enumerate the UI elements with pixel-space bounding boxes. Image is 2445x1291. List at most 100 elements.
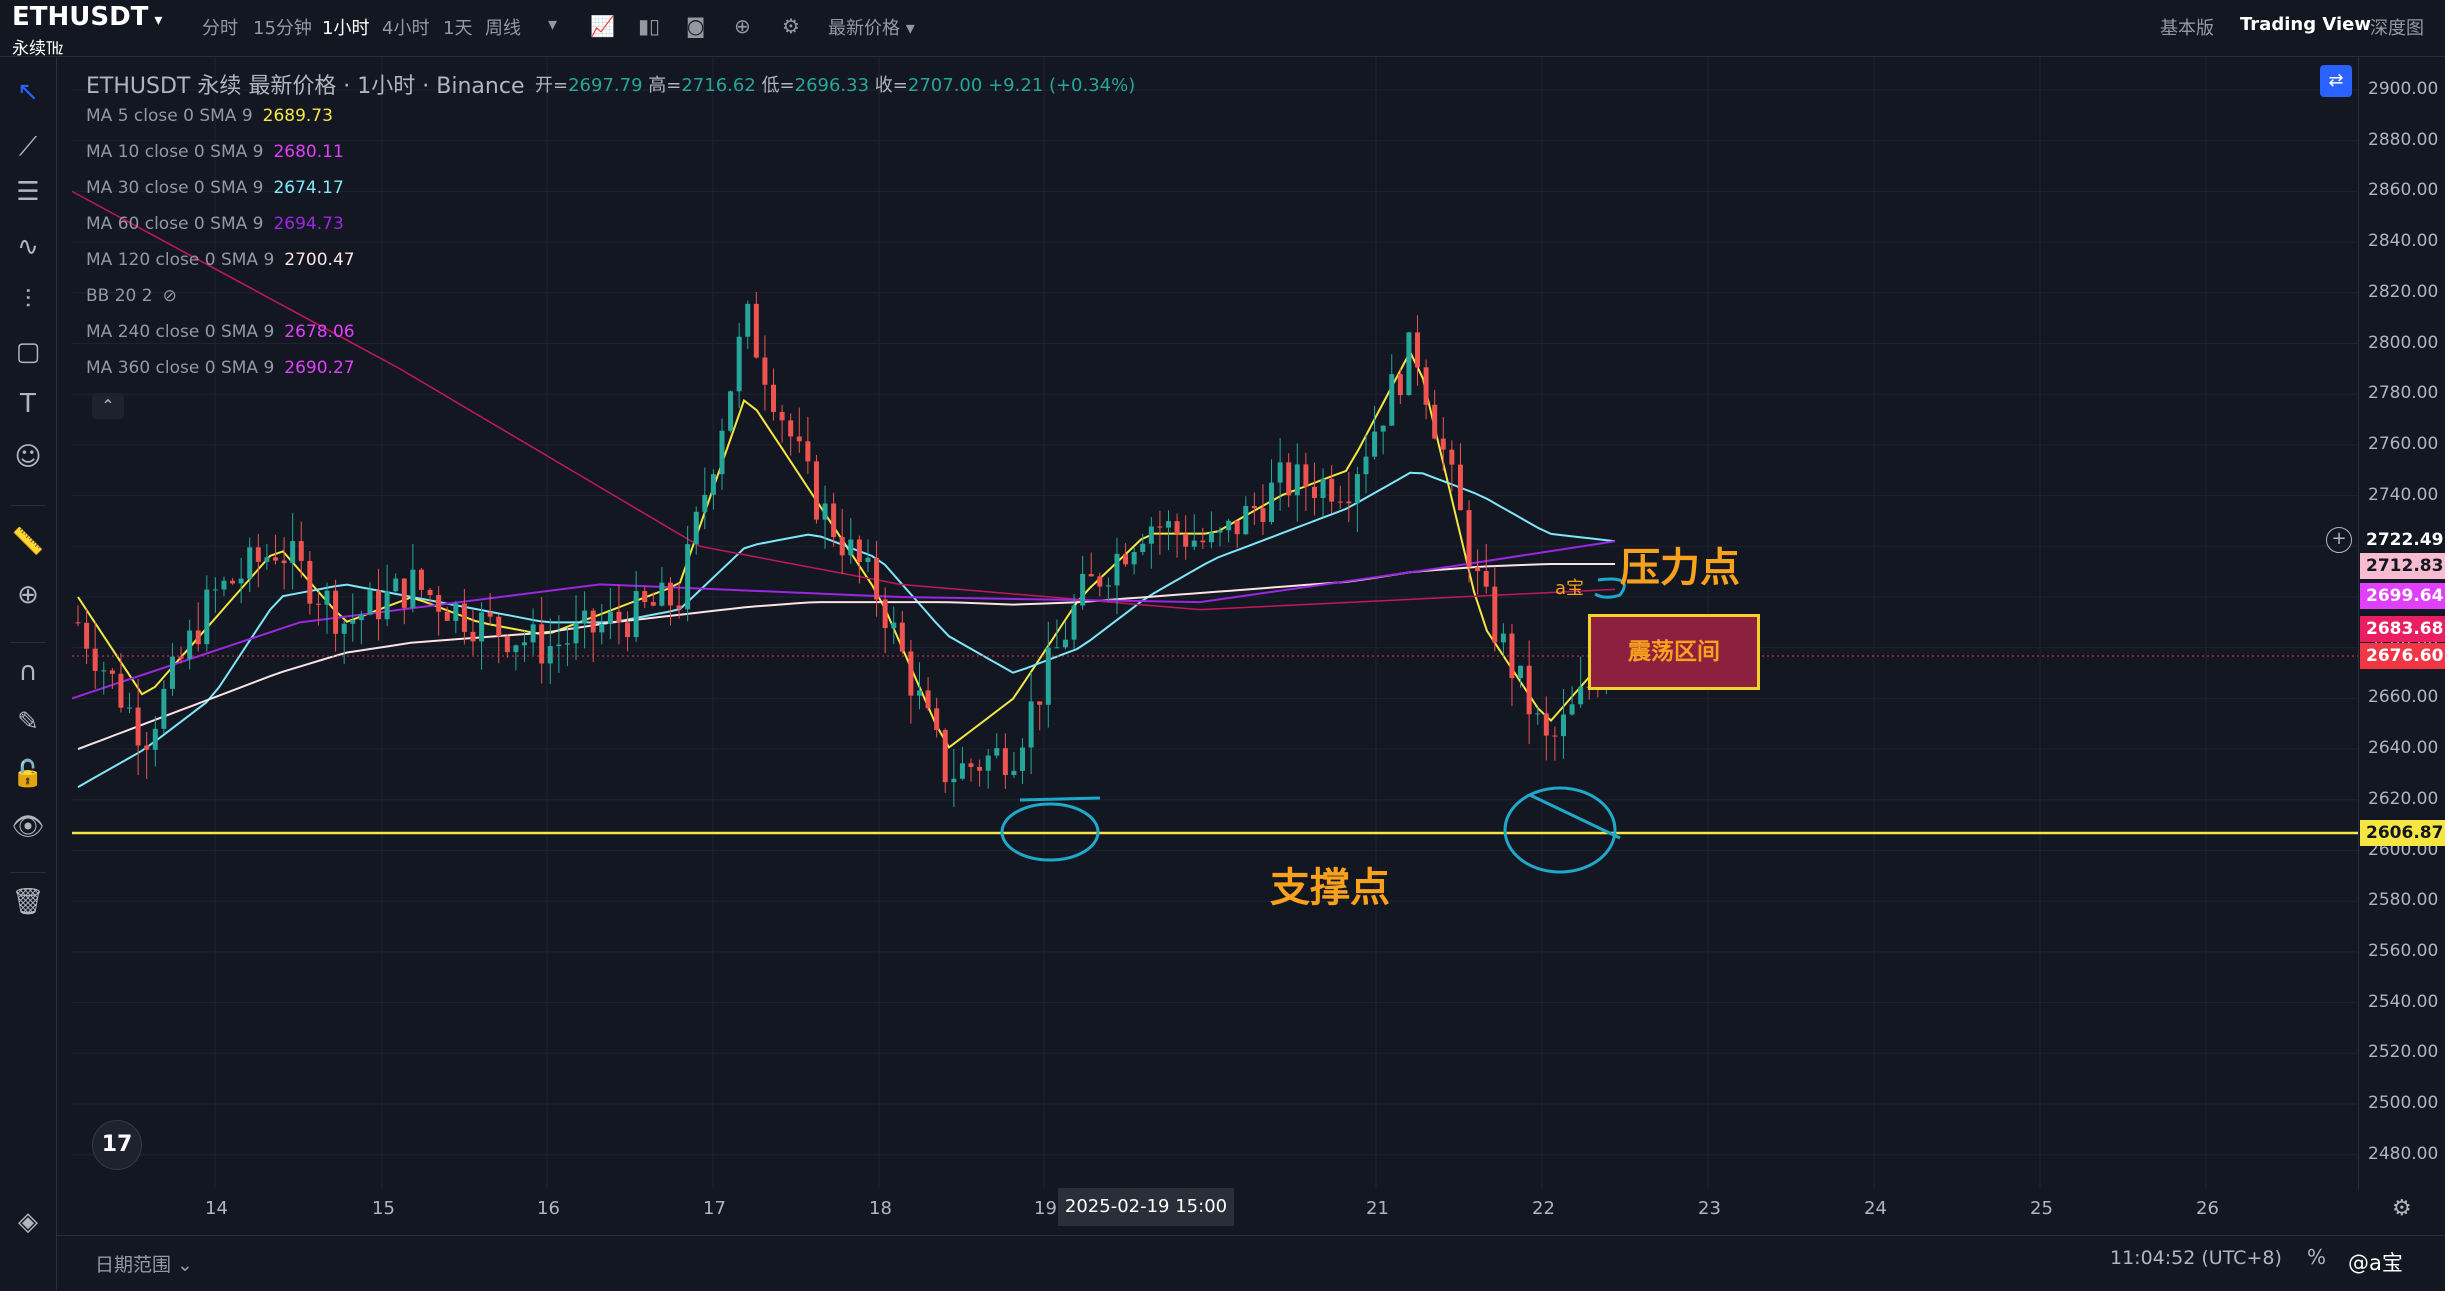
candle-body <box>925 690 931 709</box>
candle-body <box>788 420 794 437</box>
candle-body <box>1526 665 1532 715</box>
crosshair-time-label: 2025-02-19 15:00 <box>1058 1188 1234 1226</box>
candle-body <box>822 503 828 520</box>
candle-body <box>1020 747 1026 771</box>
candle-body <box>1208 532 1214 543</box>
candle-body <box>650 602 656 606</box>
time-tick: 17 <box>703 1198 726 1219</box>
candle-body <box>813 461 819 520</box>
candle-body <box>856 539 862 562</box>
candle-body <box>1226 520 1232 531</box>
pressure-annotation[interactable]: 压力点 <box>1620 535 1740 593</box>
candle-body <box>393 578 399 592</box>
candle-body <box>418 569 424 590</box>
candle-body <box>916 690 922 696</box>
axis-settings-icon[interactable]: ⚙ <box>2392 1196 2412 1221</box>
indicator-label: BB 20 2 <box>86 286 153 306</box>
candle-body <box>1183 533 1189 547</box>
support-stroke-left <box>1019 796 1101 802</box>
date-range-button[interactable]: 日期范围 ⌄ <box>95 1250 193 1277</box>
candle-body <box>1354 474 1360 504</box>
candle-body <box>1277 462 1283 483</box>
candle-body <box>736 336 742 392</box>
candle-body <box>779 412 785 421</box>
candle-body <box>427 589 433 596</box>
range-box-annotation[interactable]: 震荡区间 <box>1588 614 1760 690</box>
price-tick: 2560.00 <box>2368 940 2439 961</box>
tradingview-logo[interactable]: 17 <box>92 1120 142 1170</box>
candle-body <box>1535 713 1541 715</box>
time-tick: 18 <box>869 1198 892 1219</box>
candle-body <box>1552 735 1558 737</box>
candle-body <box>951 778 957 783</box>
candle-body <box>667 582 673 606</box>
candle-body <box>307 560 313 604</box>
author-tag: a宝 <box>1555 578 1585 599</box>
price-chart[interactable] <box>0 0 2445 1290</box>
time-tick: 24 <box>1864 1198 1887 1219</box>
indicator-row[interactable]: BB 20 2 ⊘ <box>86 286 177 306</box>
candle-body <box>985 755 991 771</box>
time-tick: 15 <box>372 1198 395 1219</box>
candle-body <box>693 511 699 545</box>
bottom-bar: 日期范围 ⌄ <box>57 1235 2445 1291</box>
indicator-row[interactable]: MA 120 close 0 SMA 9 2700.47 <box>86 250 355 270</box>
price-tick: 2660.00 <box>2368 687 2439 708</box>
candle-body <box>1174 521 1180 534</box>
candle-body <box>109 670 115 674</box>
indicator-row[interactable]: MA 240 close 0 SMA 9 2678.06 <box>86 322 355 342</box>
support-annotation[interactable]: 支撑点 <box>1270 855 1390 913</box>
candle-body <box>676 605 682 610</box>
ma-line <box>77 471 1616 788</box>
indicator-label: MA 10 close 0 SMA 9 <box>86 142 264 162</box>
candle-body <box>496 616 502 637</box>
indicator-row[interactable]: MA 60 close 0 SMA 9 2694.73 <box>86 214 344 234</box>
candle-body <box>702 494 708 512</box>
candle-body <box>504 636 510 653</box>
candle-body <box>101 670 107 672</box>
candle-body <box>710 474 716 495</box>
price-tick: 2900.00 <box>2368 79 2439 99</box>
candle-body <box>92 648 98 671</box>
candle-body <box>255 547 261 562</box>
indicator-row[interactable]: MA 360 close 0 SMA 9 2690.27 <box>86 358 355 378</box>
candle-body <box>728 391 734 431</box>
price-tick: 2780.00 <box>2368 383 2439 404</box>
candle-body <box>891 622 897 629</box>
candle-body <box>1140 543 1146 553</box>
hidden-eye-icon[interactable]: ⊘ <box>163 286 177 306</box>
add-price-alert-icon[interactable]: + <box>2326 527 2352 553</box>
collapse-legend-button[interactable]: ⌃ <box>92 393 124 419</box>
chart-title: ETHUSDT 永续 最新价格 · 1小时 · Binance <box>86 74 525 99</box>
candle-body <box>659 582 665 606</box>
sync-icon[interactable]: ⇄ <box>2320 65 2352 97</box>
percent-toggle[interactable]: % <box>2307 1245 2326 1269</box>
indicator-row[interactable]: MA 10 close 0 SMA 9 2680.11 <box>86 142 344 162</box>
moving-averages <box>71 190 1616 788</box>
candle-body <box>144 745 150 750</box>
candle-body <box>195 630 201 645</box>
candle-body <box>762 357 768 385</box>
indicator-label: MA 30 close 0 SMA 9 <box>86 178 264 198</box>
candle-body <box>1303 464 1309 487</box>
candle-body <box>882 599 888 629</box>
candle-body <box>401 578 407 608</box>
candle-body <box>1037 701 1043 705</box>
indicator-value: 2674.17 <box>273 178 344 198</box>
price-tick: 2580.00 <box>2368 890 2439 911</box>
price-tick: 2820.00 <box>2368 281 2439 302</box>
candle-body <box>212 589 218 591</box>
candle-body <box>1569 704 1575 715</box>
candle-body <box>1080 573 1086 606</box>
candle-body <box>1148 526 1154 544</box>
indicator-row[interactable]: MA 5 close 0 SMA 9 2689.73 <box>86 106 333 126</box>
candle-body <box>1320 478 1326 498</box>
indicator-row[interactable]: MA 30 close 0 SMA 9 2674.17 <box>86 178 344 198</box>
candle-body <box>1200 540 1206 543</box>
candle-body <box>539 624 545 664</box>
ma-line <box>77 349 1616 749</box>
candle-body <box>264 557 270 562</box>
price-tick: 2840.00 <box>2368 231 2439 252</box>
candle-body <box>281 560 287 564</box>
candle-body <box>135 707 141 746</box>
